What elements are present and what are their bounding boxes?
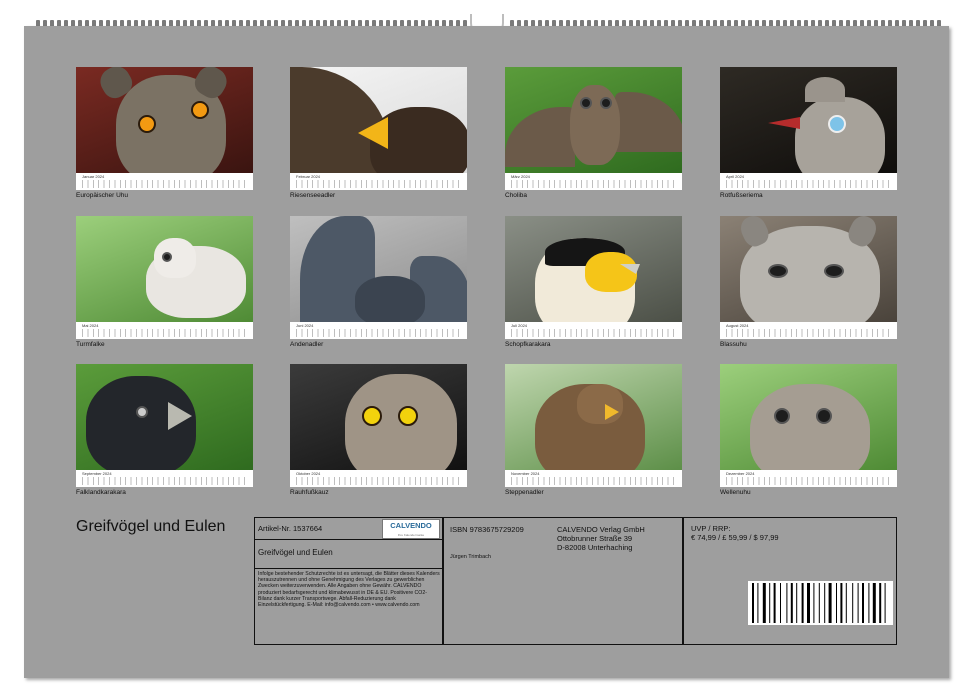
photo-caption: Blassuhu xyxy=(720,341,747,348)
barcode-bar xyxy=(879,583,882,623)
publisher-name: CALVENDO Verlag GmbH xyxy=(557,525,645,534)
photo-caption: Steppenadler xyxy=(505,489,544,496)
photo-stellers-sea-eagle xyxy=(290,67,467,173)
month-name: Mai 2024 xyxy=(82,323,99,328)
isbn: ISBN 9783675729209 xyxy=(450,525,524,534)
month-card-mai: Mai 2024 Turmfalke xyxy=(76,216,253,348)
photo-caption: Europäischer Uhu xyxy=(76,192,129,199)
barcode-graphic xyxy=(752,583,886,623)
photo-caption: Rauhfußkauz xyxy=(290,489,329,496)
photo-black-chested-buzzard-eagle xyxy=(290,216,467,322)
calendar-strip: November 2024 xyxy=(505,470,682,487)
barcode-bar xyxy=(857,583,859,623)
price-label: UVP / RRP: xyxy=(691,524,731,533)
photo-caption: Choliba xyxy=(505,192,528,199)
photo-caption: Wellenuhu xyxy=(720,489,751,496)
photo-choliba-screech-owl xyxy=(505,67,682,173)
barcode-bar xyxy=(845,583,847,623)
photo-striated-caracara xyxy=(76,364,253,470)
month-card-februar: Februar 2024 Riesenseeadler xyxy=(290,67,467,199)
legal-text: Infolge bestehender Schutzrechte ist es … xyxy=(258,571,440,609)
barcode-bar xyxy=(828,583,832,623)
photo-caption: Schopfkarakara xyxy=(505,341,551,348)
isbn-barcode xyxy=(748,581,893,625)
month-name: März 2024 xyxy=(511,174,530,179)
calendar-strip: Februar 2024 xyxy=(290,173,467,190)
back-title: Greifvögel und Eulen xyxy=(76,518,226,535)
barcode-bar xyxy=(762,583,766,623)
calendar-strip: September 2024 xyxy=(76,470,253,487)
photo-caption: Riesenseeadler xyxy=(290,192,336,199)
barcode-bar xyxy=(840,583,843,623)
photo-kestrel-chick xyxy=(76,216,253,322)
barcode-bar xyxy=(818,583,820,623)
month-name: Juli 2024 xyxy=(511,323,528,328)
barcode-bar xyxy=(796,583,798,623)
barcode-bar xyxy=(801,583,804,623)
prices: € 74,99 / £ 59,99 / $ 97,99 xyxy=(691,533,779,542)
photo-spotted-eagle-owl xyxy=(720,364,897,470)
barcode-bar xyxy=(807,583,810,623)
author: Jürgen Trimbach xyxy=(450,554,491,560)
photo-steppe-eagle xyxy=(505,364,682,470)
calendar-strip: März 2024 xyxy=(505,173,682,190)
barcode-bar xyxy=(780,583,781,623)
month-card-oktober: Oktober 2024 Rauhfußkauz xyxy=(290,364,467,496)
month-name: September 2024 xyxy=(82,471,112,476)
article-number: Artikel-Nr. 1537664 xyxy=(258,524,323,533)
month-card-august: August 2024 Blassuhu xyxy=(720,216,897,348)
month-card-juli: Juli 2024 Schopfkarakara xyxy=(505,216,682,348)
calendar-strip: Juli 2024 xyxy=(505,322,682,339)
month-card-juni: Juni 2024 Andenadler xyxy=(290,216,467,348)
publisher-street: Ottobrunner Straße 39 xyxy=(557,534,633,543)
photo-european-eagle-owl xyxy=(76,67,253,173)
month-card-november: November 2024 Steppenadler xyxy=(505,364,682,496)
photo-caption: Falklandkarakara xyxy=(76,489,126,496)
month-name: Oktober 2024 xyxy=(296,471,321,476)
month-name: Januar 2024 xyxy=(82,174,105,179)
month-card-april: April 2024 Rotfußseriema xyxy=(720,67,897,199)
photo-caption: Rotfußseriema xyxy=(720,192,763,199)
calvendo-logo: CALVENDO Ihre Kalendermarke xyxy=(382,519,440,539)
barcode-bar xyxy=(813,583,815,623)
month-name: Juni 2024 xyxy=(296,323,314,328)
barcode-bar xyxy=(773,583,776,623)
barcode-bar xyxy=(852,583,854,623)
publisher-city: D-82008 Unterhaching xyxy=(557,543,633,552)
month-name: April 2024 xyxy=(726,174,745,179)
barcode-bar xyxy=(769,583,771,623)
calendar-strip: Januar 2024 xyxy=(76,173,253,190)
photo-caption: Andenadler xyxy=(290,341,324,348)
calendar-strip: Juni 2024 xyxy=(290,322,467,339)
photo-crested-caracara xyxy=(505,216,682,322)
barcode-bar xyxy=(752,583,754,623)
calendar-strip: Dezember 2024 xyxy=(720,470,897,487)
barcode-bar xyxy=(757,583,759,623)
month-card-maerz: März 2024 Choliba xyxy=(505,67,682,199)
barcode-bar xyxy=(884,583,886,623)
month-card-dezember: Dezember 2024 Wellenuhu xyxy=(720,364,897,496)
photo-caption: Turmfalke xyxy=(76,341,105,348)
barcode-bar xyxy=(786,583,788,623)
photo-verreaux-eagle-owl xyxy=(720,216,897,322)
month-card-september: September 2024 Falklandkarakara xyxy=(76,364,253,496)
barcode-bar xyxy=(824,583,826,623)
month-name: Februar 2024 xyxy=(296,174,321,179)
photo-boreal-owl xyxy=(290,364,467,470)
calendar-strip: April 2024 xyxy=(720,173,897,190)
calendar-strip: Mai 2024 xyxy=(76,322,253,339)
product-title: Greifvögel und Eulen xyxy=(258,548,333,557)
month-name: November 2024 xyxy=(511,471,540,476)
month-name: August 2024 xyxy=(726,323,749,328)
photo-red-legged-seriema xyxy=(720,67,897,173)
month-name: Dezember 2024 xyxy=(726,471,755,476)
barcode-bar xyxy=(790,583,793,623)
month-card-januar: Januar 2024 Europäischer Uhu xyxy=(76,67,253,199)
calendar-strip: August 2024 xyxy=(720,322,897,339)
calendar-strip: Oktober 2024 xyxy=(290,470,467,487)
barcode-bar xyxy=(872,583,876,623)
barcode-bar xyxy=(868,583,870,623)
barcode-bar xyxy=(862,583,864,623)
barcode-bar xyxy=(836,583,837,623)
